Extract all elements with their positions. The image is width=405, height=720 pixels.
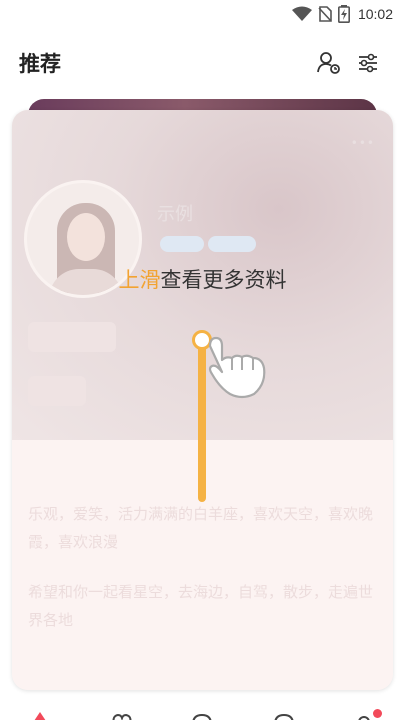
- home-icon: [34, 712, 46, 720]
- no-sim-icon: [318, 6, 332, 22]
- tag-badge: [208, 236, 256, 252]
- chat-icon: [192, 713, 212, 720]
- bottom-nav: [0, 706, 405, 720]
- status-icons: 10:02: [291, 5, 393, 23]
- battery-icon: [337, 5, 350, 23]
- status-time: 10:02: [357, 6, 393, 22]
- heart-icon: [112, 713, 132, 720]
- info-pill: [28, 322, 116, 352]
- wifi-icon: [291, 6, 312, 21]
- nav-likes[interactable]: [110, 710, 134, 720]
- nav-chat[interactable]: [190, 710, 214, 720]
- nav-messages[interactable]: [272, 710, 296, 720]
- nav-home[interactable]: [28, 710, 52, 720]
- info-pill: [112, 322, 200, 352]
- status-bar: 10:02: [0, 0, 405, 30]
- bio-text: 乐观，爱笑，活力满满的白羊座，喜欢天空，喜欢晚霞，喜欢浪漫: [28, 505, 374, 551]
- message-icon: [274, 713, 294, 720]
- filter-button[interactable]: [355, 50, 381, 76]
- swipe-up-hint: 上滑查看更多资料: [0, 264, 405, 294]
- page-title: 推荐: [19, 52, 61, 76]
- tag-badge: [160, 236, 204, 252]
- username: 示例: [157, 204, 193, 225]
- notification-dot: [373, 709, 382, 718]
- hand-pointer-icon: [208, 336, 266, 399]
- info-pill: [28, 376, 86, 406]
- hint-text: 查看更多资料: [160, 268, 287, 292]
- person-settings-icon: [317, 52, 340, 74]
- header: 推荐: [0, 36, 405, 86]
- hint-accent: 上滑: [118, 268, 161, 292]
- person-settings-button[interactable]: [316, 50, 342, 76]
- bio-text: 希望和你一起看星空，去海边，自驾，散步，走遍世界各地: [28, 583, 374, 629]
- more-icon[interactable]: •••: [351, 136, 375, 150]
- filter-sliders-icon: [359, 53, 377, 73]
